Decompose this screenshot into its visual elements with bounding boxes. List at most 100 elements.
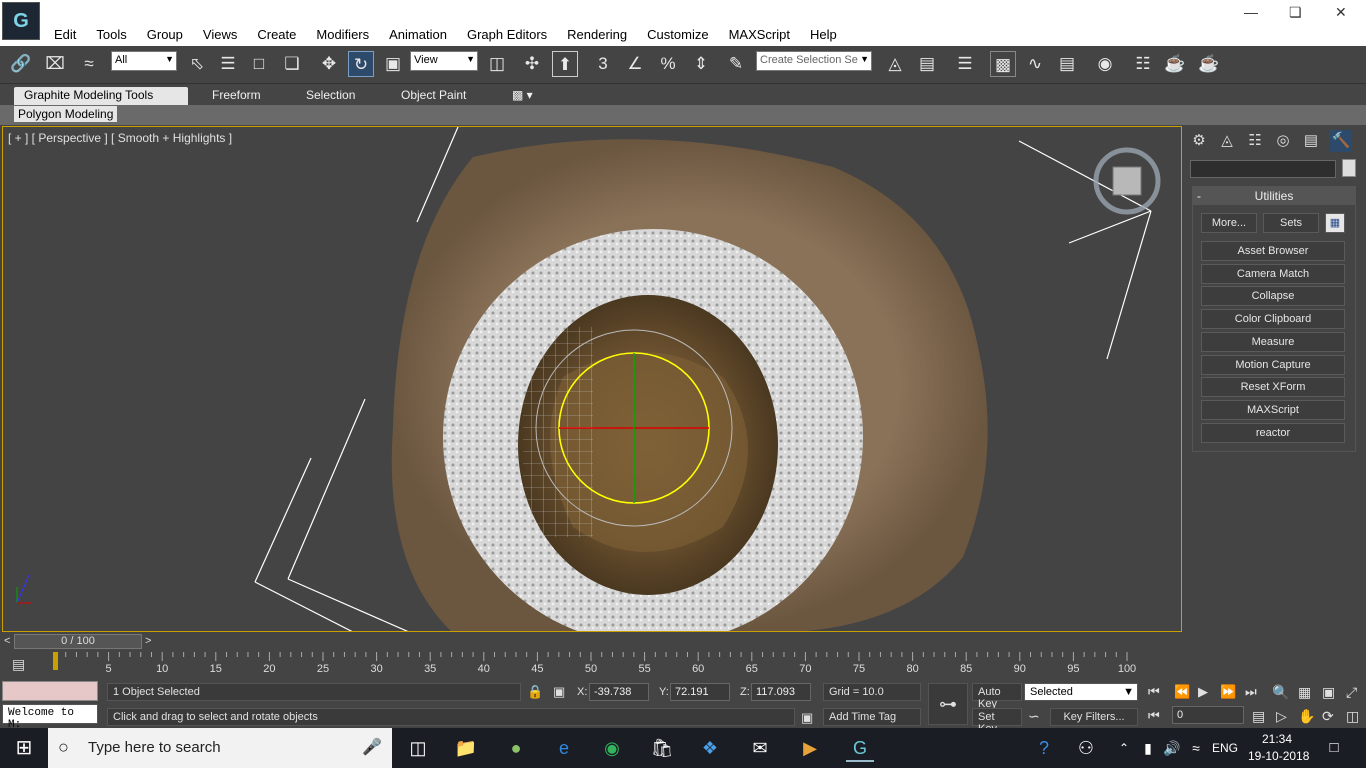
ribbon-options-icon[interactable]: ▩ ▾	[502, 87, 543, 105]
maximize-viewport-icon[interactable]: ⤢	[1346, 684, 1357, 701]
object-name-field[interactable]	[1190, 160, 1336, 178]
menu-tools[interactable]: Tools	[86, 27, 136, 42]
current-frame-field[interactable]: 0	[1172, 706, 1244, 724]
select-object-icon[interactable]: ⬁	[184, 51, 210, 77]
bind-space-warp-icon[interactable]: ≈	[76, 51, 102, 77]
windows-start-icon[interactable]: ⊞	[10, 734, 38, 762]
y-coord-field[interactable]: 72.191	[670, 683, 730, 701]
menu-views[interactable]: Views	[193, 27, 247, 42]
schematic-view-icon[interactable]: ▤	[1054, 51, 1080, 77]
menu-rendering[interactable]: Rendering	[557, 27, 637, 42]
key-mode-toggle-icon[interactable]: ⏮	[1148, 708, 1160, 724]
mail-icon[interactable]: ✉	[746, 734, 774, 762]
unlink-icon[interactable]: ⌧	[42, 51, 68, 77]
perspective-viewport[interactable]: [ + ] [ Perspective ] [ Smooth + Highlig…	[2, 126, 1182, 632]
viewcube[interactable]	[1112, 166, 1142, 196]
menu-group[interactable]: Group	[137, 27, 193, 42]
rotate-icon[interactable]: ↻	[348, 51, 374, 77]
menu-graph-editors[interactable]: Graph Editors	[457, 27, 557, 42]
sets-button[interactable]: Sets	[1263, 213, 1319, 233]
motion-panel-icon[interactable]: ◎	[1272, 130, 1294, 152]
dropbox-icon[interactable]: ❖	[696, 734, 724, 762]
current-frame-marker[interactable]	[53, 652, 58, 670]
tab-object-paint[interactable]: Object Paint	[391, 87, 476, 105]
time-slider-thumb[interactable]: 0 / 100	[14, 634, 142, 649]
snaps-toggle-icon[interactable]: 3	[590, 51, 616, 77]
selection-filter-dropdown[interactable]: All ▼	[111, 51, 177, 71]
clock-date[interactable]: 19-10-2018	[1248, 749, 1309, 763]
set-key-button[interactable]: Set Key	[972, 708, 1022, 735]
mirror-icon[interactable]: ◬	[882, 51, 908, 77]
move-icon[interactable]: ✥	[316, 51, 342, 77]
named-selection-set-dropdown[interactable]: Create Selection Se ▼	[756, 51, 872, 71]
percent-snap-icon[interactable]: %	[655, 51, 681, 77]
graphite-toggle-icon[interactable]: ▩	[990, 51, 1016, 77]
tab-graphite-modeling-tools[interactable]: Graphite Modeling Tools	[14, 87, 188, 105]
prev-frame-icon[interactable]: <	[4, 635, 10, 647]
orbit-icon[interactable]: ⟳	[1322, 708, 1334, 725]
close-icon[interactable]: ✕	[1335, 4, 1347, 21]
play-icon[interactable]: ▶	[1198, 684, 1208, 700]
action-center-icon[interactable]: □	[1320, 734, 1348, 762]
object-color-swatch[interactable]	[1342, 159, 1356, 177]
add-time-tag[interactable]: Add Time Tag	[823, 708, 921, 726]
file-explorer-icon[interactable]: 📁	[452, 734, 480, 762]
restore-icon[interactable]: ❏	[1289, 4, 1302, 21]
curve-editor-icon[interactable]: ∿	[1022, 51, 1048, 77]
wifi-icon[interactable]: ≈	[1182, 734, 1210, 762]
link-icon[interactable]: 🔗	[8, 51, 34, 77]
utility-reset-xform[interactable]: Reset XForm	[1201, 377, 1345, 397]
field-of-view-icon[interactable]: ▷	[1276, 708, 1287, 725]
key-mode-dropdown[interactable]: Selected ▼	[1024, 683, 1138, 701]
more-button[interactable]: More...	[1201, 213, 1257, 233]
render-setup-icon[interactable]: ☷	[1130, 51, 1156, 77]
task-view-icon[interactable]: ◫	[404, 734, 432, 762]
rendered-frame-window-icon[interactable]: ☕	[1162, 51, 1188, 77]
lock-icon[interactable]: 🔒	[527, 684, 543, 700]
evernote-icon[interactable]: ●	[502, 734, 530, 762]
tripadvisor-icon[interactable]: ◉	[598, 734, 626, 762]
go-to-end-icon[interactable]: ⏭	[1245, 684, 1257, 700]
z-coord-field[interactable]: 117.093	[751, 683, 811, 701]
utility-maxscript[interactable]: MAXScript	[1201, 400, 1345, 420]
minimize-icon[interactable]: —	[1244, 4, 1258, 20]
spinner-snap-icon[interactable]: ⇕	[688, 51, 714, 77]
zoom-icon[interactable]: 🔍	[1272, 684, 1289, 701]
edge-icon[interactable]: e	[550, 734, 578, 762]
menu-create[interactable]: Create	[247, 27, 306, 42]
zoom-extents-all-icon[interactable]: ▦	[1298, 684, 1311, 701]
render-production-icon[interactable]: ☕	[1196, 51, 1222, 77]
input-language[interactable]: ENG	[1212, 741, 1238, 755]
rollout-header[interactable]: - Utilities	[1193, 187, 1355, 205]
tab-freeform[interactable]: Freeform	[202, 87, 271, 105]
viewport-label[interactable]: [ + ] [ Perspective ] [ Smooth + Highlig…	[8, 131, 232, 145]
pan-view-icon[interactable]: ✋	[1298, 708, 1315, 725]
x-coord-field[interactable]: -39.738	[589, 683, 649, 701]
media-player-icon[interactable]: ▶	[796, 734, 824, 762]
utility-camera-match[interactable]: Camera Match	[1201, 264, 1345, 284]
utility-reactor[interactable]: reactor	[1201, 423, 1345, 443]
material-editor-icon[interactable]: ◉	[1092, 51, 1118, 77]
utility-asset-browser[interactable]: Asset Browser	[1201, 241, 1345, 261]
utility-color-clipboard[interactable]: Color Clipboard	[1201, 309, 1345, 329]
menu-customize[interactable]: Customize	[637, 27, 718, 42]
menu-edit[interactable]: Edit	[44, 27, 86, 42]
align-icon[interactable]: ▤	[914, 51, 940, 77]
set-key-icon[interactable]: ⊶	[928, 683, 968, 725]
next-key-icon[interactable]: ⏩	[1220, 684, 1236, 700]
auto-key-button[interactable]: Auto Key	[972, 683, 1022, 710]
ref-coord-dropdown[interactable]: View ▼	[410, 51, 478, 71]
absolute-mode-icon[interactable]: ▣	[553, 684, 565, 700]
default-tangents-icon[interactable]: ∽	[1028, 708, 1040, 725]
tab-selection[interactable]: Selection	[296, 87, 365, 105]
time-tag-icon[interactable]: ▣	[801, 710, 813, 726]
utility-measure[interactable]: Measure	[1201, 332, 1345, 352]
previous-key-icon[interactable]: ⏪	[1174, 684, 1190, 700]
key-filters-button[interactable]: Key Filters...	[1050, 708, 1138, 726]
select-by-name-icon[interactable]: ☰	[215, 51, 241, 77]
maxscript-output[interactable]: Welcome to M:	[2, 704, 98, 731]
app-logo-button[interactable]: G	[2, 2, 40, 40]
microphone-icon[interactable]: 🎤	[362, 737, 382, 757]
manipulate-icon[interactable]: ✣	[519, 51, 545, 77]
maximize-toggle-icon[interactable]: ◫	[1346, 708, 1359, 725]
